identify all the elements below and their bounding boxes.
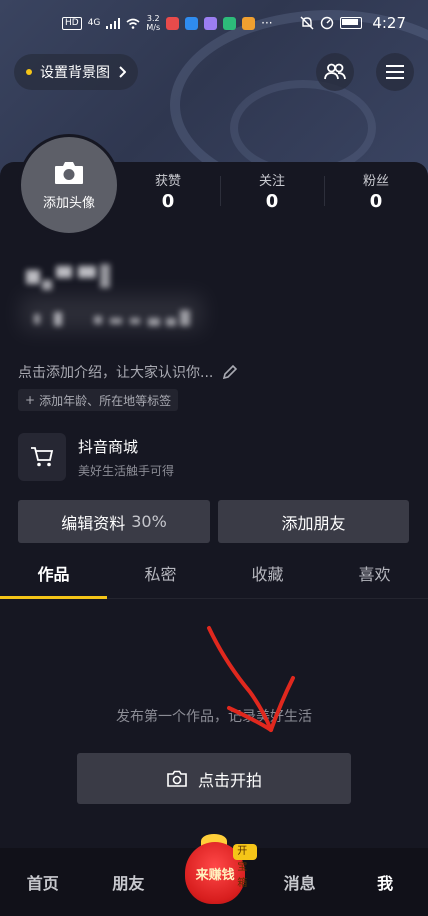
shop-entry[interactable]: 抖音商城 美好生活触手可得 (18, 433, 174, 481)
speed-value: 3.2 (146, 14, 160, 23)
status-left: HD 4G 3.2 M/s ··· (62, 14, 273, 32)
add-tags-chip[interactable]: + 添加年龄、所在地等标签 (18, 389, 179, 411)
mute-bell-icon (300, 16, 314, 30)
hd-indicator: HD (62, 16, 82, 30)
profile-screen: HD 4G 3.2 M/s ··· 4:27 设置背景图 添加头像 获赞 0 关… (0, 0, 428, 916)
stat-followers[interactable]: 粉丝 0 (324, 170, 428, 214)
wifi-icon (126, 18, 140, 29)
app-notification-icon (223, 16, 237, 30)
friends-icon (324, 63, 346, 80)
start-shooting-button[interactable]: 点击开拍 (77, 753, 351, 804)
tab-favorites[interactable]: 收藏 (214, 556, 321, 598)
bio-text: 点击添加介绍，让大家认识你... (18, 365, 214, 381)
battery-icon (340, 17, 363, 29)
shopping-cart-icon (18, 433, 66, 481)
add-avatar-button[interactable]: 添加头像 (18, 134, 120, 236)
start-shooting-label: 点击开拍 (197, 770, 262, 790)
new-indicator-dot (26, 69, 32, 75)
more-notifications: ··· (261, 16, 273, 30)
profile-completion: 30% (131, 512, 167, 531)
speed-gauge-icon (321, 16, 334, 30)
stat-label: 粉丝 (362, 174, 389, 189)
status-right: 4:27 (300, 14, 406, 32)
signal-label: 4G (87, 18, 101, 28)
nav-home[interactable]: 首页 (0, 870, 86, 894)
tab-works[interactable]: 作品 (0, 556, 107, 599)
nav-messages[interactable]: 消息 (257, 870, 343, 894)
camera-icon (55, 161, 83, 184)
annotation-arrow (207, 626, 295, 732)
shop-title: 抖音商城 (78, 437, 139, 456)
plus-icon: + (25, 393, 36, 407)
nav-friends[interactable]: 朋友 (86, 870, 172, 894)
shop-subtitle: 美好生活触手可得 (78, 463, 175, 478)
status-bar: HD 4G 3.2 M/s ··· 4:27 (0, 0, 428, 46)
treasure-chest-badge: 开宝箱 (233, 844, 257, 889)
camera-icon (167, 770, 187, 787)
edit-pencil-icon (223, 364, 238, 380)
friends-button[interactable] (316, 53, 354, 91)
nav-me[interactable]: 我 (342, 870, 428, 894)
earn-label: 来赚钱 (195, 867, 235, 883)
stat-likes[interactable]: 获赞 0 (116, 170, 220, 214)
status-time: 4:27 (372, 14, 406, 32)
menu-button[interactable] (376, 53, 414, 91)
stat-following[interactable]: 关注 0 (220, 170, 324, 214)
signal-icon (106, 17, 121, 29)
chevron-right-icon (119, 66, 126, 78)
bio-placeholder[interactable]: 点击添加介绍，让大家认识你... (18, 362, 239, 382)
avatar-label: 添加头像 (42, 195, 95, 211)
content-tabs: 作品 私密 收藏 喜欢 (0, 556, 428, 599)
tab-likes[interactable]: 喜欢 (321, 556, 428, 598)
app-notification-icon (204, 16, 218, 30)
speed-unit: M/s (146, 23, 161, 32)
redacted-username (20, 262, 210, 332)
edit-profile-label: 编辑资料 (61, 513, 126, 533)
stat-value: 0 (265, 191, 279, 212)
add-friend-button[interactable]: 添加朋友 (218, 500, 409, 543)
nav-earn-money[interactable]: 来赚钱 开宝箱 (171, 834, 257, 916)
set-background-button[interactable]: 设置背景图 (14, 54, 138, 90)
add-tags-label: 添加年龄、所在地等标签 (39, 393, 172, 408)
stat-label: 获赞 (154, 174, 181, 189)
network-speed: 3.2 M/s (146, 14, 160, 32)
stat-label: 关注 (258, 174, 285, 189)
set-background-label: 设置背景图 (40, 65, 110, 81)
app-notification-icon (185, 16, 199, 30)
stat-value: 0 (369, 191, 383, 212)
app-notification-icon (166, 16, 180, 30)
bottom-nav: 首页 朋友 来赚钱 开宝箱 消息 我 (0, 834, 428, 916)
tab-private[interactable]: 私密 (107, 556, 214, 598)
menu-icon (386, 65, 404, 79)
stat-value: 0 (161, 191, 175, 212)
add-friend-label: 添加朋友 (281, 513, 346, 533)
app-notification-icon (242, 16, 256, 30)
edit-profile-button[interactable]: 编辑资料 30% (18, 500, 210, 543)
profile-stats: 获赞 0 关注 0 粉丝 0 (116, 170, 428, 214)
shop-text: 抖音商城 美好生活触手可得 (78, 436, 174, 479)
